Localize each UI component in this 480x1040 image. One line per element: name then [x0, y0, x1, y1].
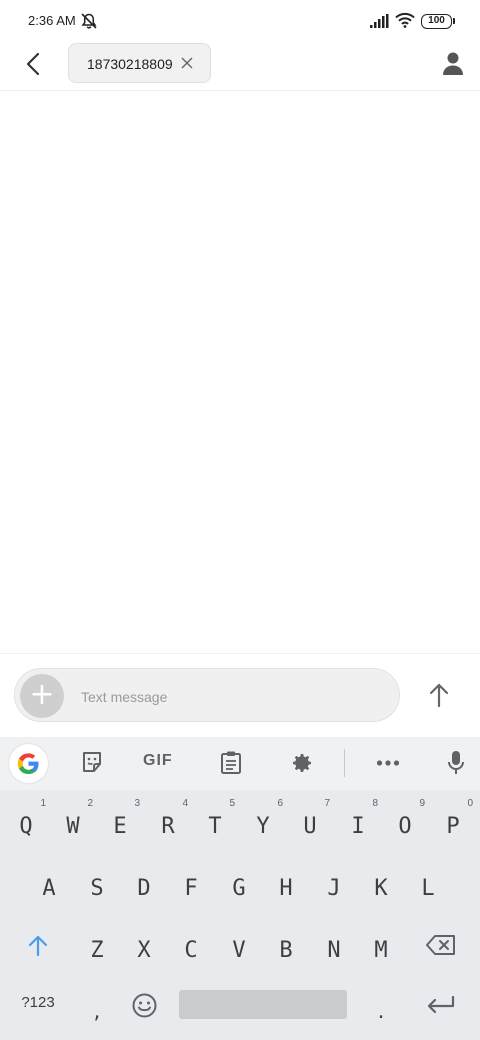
emoji-icon[interactable] — [132, 993, 157, 1018]
keyboard: GIF 1Q 2W 3E 4R 5T 6Y 7U 8I 9 O 0 P A S … — [0, 737, 480, 1040]
status-bar: 2:36 AM 100 — [0, 0, 480, 42]
shift-icon[interactable] — [26, 934, 50, 956]
key-y[interactable]: 6Y — [241, 794, 285, 850]
key-x[interactable]: X — [122, 918, 166, 974]
key-s[interactable]: S — [75, 856, 119, 912]
gear-icon[interactable] — [290, 751, 314, 775]
key-c[interactable]: C — [169, 918, 213, 974]
space-key[interactable] — [179, 990, 347, 1019]
key-a[interactable]: A — [27, 856, 71, 912]
signal-icon — [370, 14, 389, 28]
key-comma[interactable]: , — [75, 980, 119, 1036]
status-time: 2:36 AM — [28, 13, 76, 28]
google-icon[interactable] — [9, 744, 48, 783]
more-icon[interactable] — [376, 759, 400, 767]
key-i[interactable]: 8I — [336, 794, 380, 850]
toolbar-divider — [344, 749, 345, 777]
symbols-key[interactable]: ?123 — [14, 994, 62, 1018]
key-j[interactable]: J — [312, 856, 356, 912]
backspace-icon[interactable] — [426, 935, 456, 955]
recipient-number: 18730218809 — [87, 56, 173, 72]
compose-field: + — [14, 668, 400, 722]
gif-button[interactable]: GIF — [143, 752, 173, 784]
keyboard-toolbar: GIF — [0, 737, 480, 790]
key-h[interactable]: H — [264, 856, 308, 912]
battery-level: 100 — [428, 15, 445, 26]
key-o[interactable]: 9O — [383, 794, 427, 850]
key-t[interactable]: 5T — [193, 794, 237, 850]
attach-button[interactable]: + — [20, 674, 64, 718]
plus-icon: + — [29, 677, 55, 712]
sticker-icon[interactable] — [80, 750, 104, 774]
bell-off-icon — [81, 13, 97, 29]
key-w[interactable]: 2W — [51, 794, 95, 850]
key-m[interactable]: M — [359, 918, 403, 974]
key-f[interactable]: F — [169, 856, 213, 912]
back-arrow-icon[interactable] — [18, 48, 50, 80]
key-z[interactable]: Z — [75, 918, 119, 974]
clipboard-icon[interactable] — [220, 750, 242, 774]
key-period[interactable]: . — [359, 980, 403, 1036]
compose-bar: + — [0, 653, 480, 737]
close-icon[interactable] — [179, 55, 195, 71]
key-area: 1Q 2W 3E 4R 5T 6Y 7U 8I 9O 0P A S D F G … — [0, 790, 480, 1040]
mic-icon[interactable] — [447, 750, 465, 776]
key-u[interactable]: 7U — [288, 794, 332, 850]
key-r[interactable]: 4R — [146, 794, 190, 850]
wifi-icon — [395, 12, 415, 28]
key-g[interactable]: G — [217, 856, 261, 912]
person-icon[interactable] — [440, 50, 466, 76]
conversation-header: 18730218809 — [0, 42, 480, 91]
key-d[interactable]: D — [122, 856, 166, 912]
key-e[interactable]: 3E — [98, 794, 142, 850]
enter-icon[interactable] — [427, 996, 455, 1014]
key-v[interactable]: V — [217, 918, 261, 974]
key-p[interactable]: 0P — [431, 794, 475, 850]
recipient-chip[interactable]: 18730218809 — [68, 43, 211, 83]
send-arrow-icon[interactable] — [422, 678, 456, 712]
key-k[interactable]: K — [359, 856, 403, 912]
key-q[interactable]: 1Q — [4, 794, 48, 850]
key-n[interactable]: N — [312, 918, 356, 974]
battery-icon: 100 — [421, 14, 455, 29]
key-b[interactable]: B — [264, 918, 308, 974]
message-input[interactable] — [81, 686, 381, 708]
key-l[interactable]: L — [406, 856, 450, 912]
